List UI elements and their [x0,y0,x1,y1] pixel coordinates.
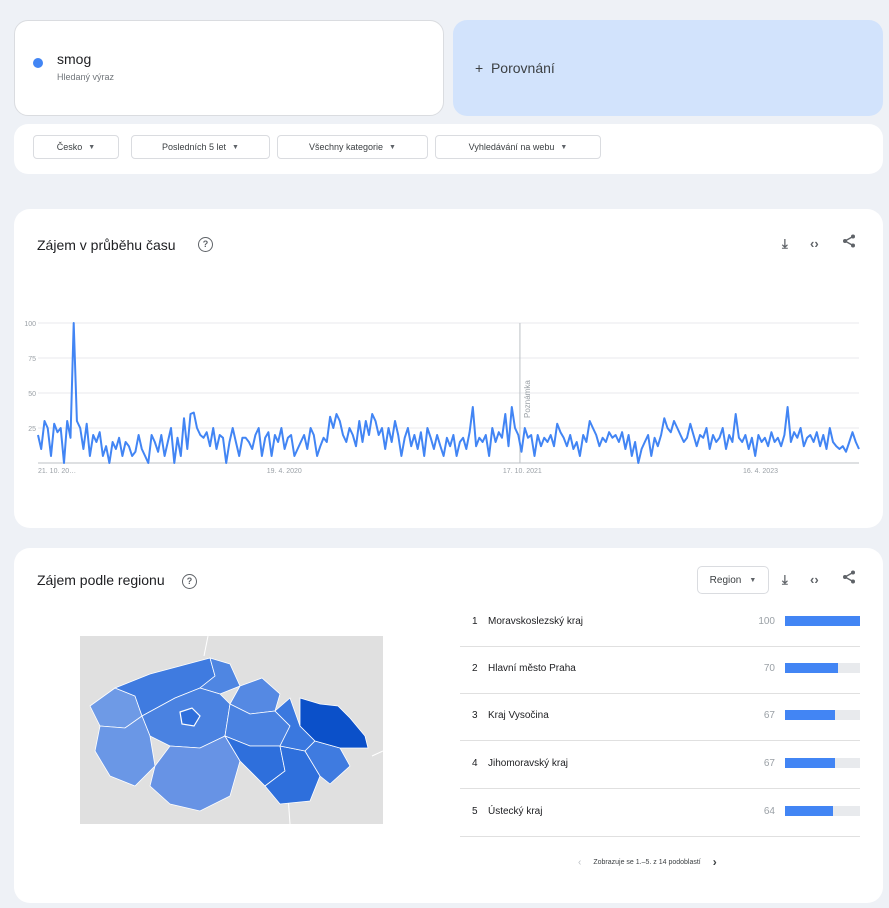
prev-page-icon[interactable]: ‹ [578,857,581,868]
czech-region-map[interactable] [80,636,383,824]
x-tick-label: 21. 10. 20… [38,468,76,475]
embed-icon[interactable]: ‹› [810,572,819,587]
row-name[interactable]: Kraj Vysočina [488,710,549,721]
region-selector[interactable]: Region ▼ [697,566,769,594]
y-tick-label: 100 [24,321,36,328]
row-bar-track [785,663,860,673]
filter-category-label: Všechny kategorie [309,142,384,152]
interest-line-chart[interactable]: 25 50 75 100 Poznámka 21. 10. 20… 19. 4. 2020 1… [14,309,883,489]
x-tick-label: 19. 4. 2020 [267,468,302,475]
dropdown-caret-icon: ▼ [232,143,239,151]
filter-category[interactable]: Všechny kategorie ▼ [277,135,428,159]
filter-geo[interactable]: Česko ▼ [33,135,119,159]
interest-over-time-card: Zájem v průběhu času ? ⤓ ‹› 25 50 75 100 Poz… [14,209,883,528]
interest-over-time-title: Zájem v průběhu času [37,237,176,253]
pager-text: Zobrazuje se 1.–5. z 14 podoblastí [593,858,701,866]
next-page-icon[interactable]: › [713,855,717,869]
download-icon[interactable]: ⤓ [782,572,788,588]
compare-card[interactable]: + Porovnání [453,20,883,116]
filter-geo-label: Česko [56,142,83,152]
y-tick-label: 25 [28,426,36,433]
table-row[interactable]: 2 Hlavní město Praha 70 [460,647,860,694]
row-name[interactable]: Jihomoravský kraj [488,758,568,769]
dropdown-caret-icon: ▼ [560,143,568,151]
pagination: ‹ Zobrazuje se 1.–5. z 14 podoblastí › [578,855,717,869]
row-bar-track [785,616,860,626]
row-bar [785,806,833,816]
row-rank: 3 [472,710,478,721]
term-type: Hledaný výraz [57,72,115,82]
row-value: 67 [763,710,775,721]
table-row[interactable]: 3 Kraj Vysočina 67 [460,694,860,741]
row-name[interactable]: Hlavní město Praha [488,663,576,674]
embed-icon[interactable]: ‹› [810,236,819,251]
row-value: 100 [758,616,775,627]
row-rank: 4 [472,758,478,769]
region-selector-label: Region [709,574,742,586]
term-name[interactable]: smog [57,51,91,67]
filter-time[interactable]: Posledních 5 let ▼ [131,135,270,159]
help-icon[interactable]: ? [198,237,213,252]
dropdown-caret-icon: ▼ [389,143,396,151]
filter-time-label: Posledních 5 let [162,142,227,152]
row-bar [785,710,836,720]
row-rank: 5 [472,806,478,817]
row-bar [785,758,836,768]
filters-bar: Česko ▼ Posledních 5 let ▼ Všechny kategor… [14,124,883,174]
term-color-dot [33,58,43,68]
row-bar-track [785,758,860,768]
table-row[interactable]: 1 Moravskoslezský kraj 100 [460,600,860,647]
row-name[interactable]: Moravskoslezský kraj [488,616,583,627]
download-icon[interactable]: ⤓ [782,236,788,252]
annotation-label: Poznámka [523,380,532,418]
dropdown-caret-icon: ▼ [749,576,757,584]
compare-label: Porovnání [490,60,555,76]
y-tick-label: 50 [28,391,36,398]
x-tick-label: 16. 4. 2023 [743,468,778,475]
table-row[interactable]: 4 Jihomoravský kraj 67 [460,742,860,789]
share-icon[interactable] [842,570,856,587]
row-bar [785,616,860,626]
share-icon[interactable] [842,234,856,251]
dropdown-caret-icon: ▼ [88,143,96,151]
row-rank: 2 [472,663,478,674]
row-value: 64 [763,806,775,817]
row-value: 70 [763,663,775,674]
filter-search-type[interactable]: Vyhledávání na webu ▼ [435,135,601,159]
filter-search-type-label: Vyhledávání na webu [468,142,555,152]
search-term-card[interactable]: smog Hledaný výraz [14,20,444,116]
row-value: 67 [763,758,775,769]
x-tick-label: 17. 10. 2021 [503,468,542,475]
interest-by-region-title: Zájem podle regionu [37,572,165,588]
row-bar-track [785,710,860,720]
row-rank: 1 [472,616,478,627]
y-tick-label: 75 [28,356,36,363]
plus-icon: + [475,60,484,76]
row-bar [785,663,838,673]
table-row[interactable]: 5 Ústecký kraj 64 [460,790,860,837]
help-icon[interactable]: ? [182,574,197,589]
row-name[interactable]: Ústecký kraj [488,806,542,817]
row-bar-track [785,806,860,816]
compare-label-wrap: + Porovnání [475,60,555,76]
